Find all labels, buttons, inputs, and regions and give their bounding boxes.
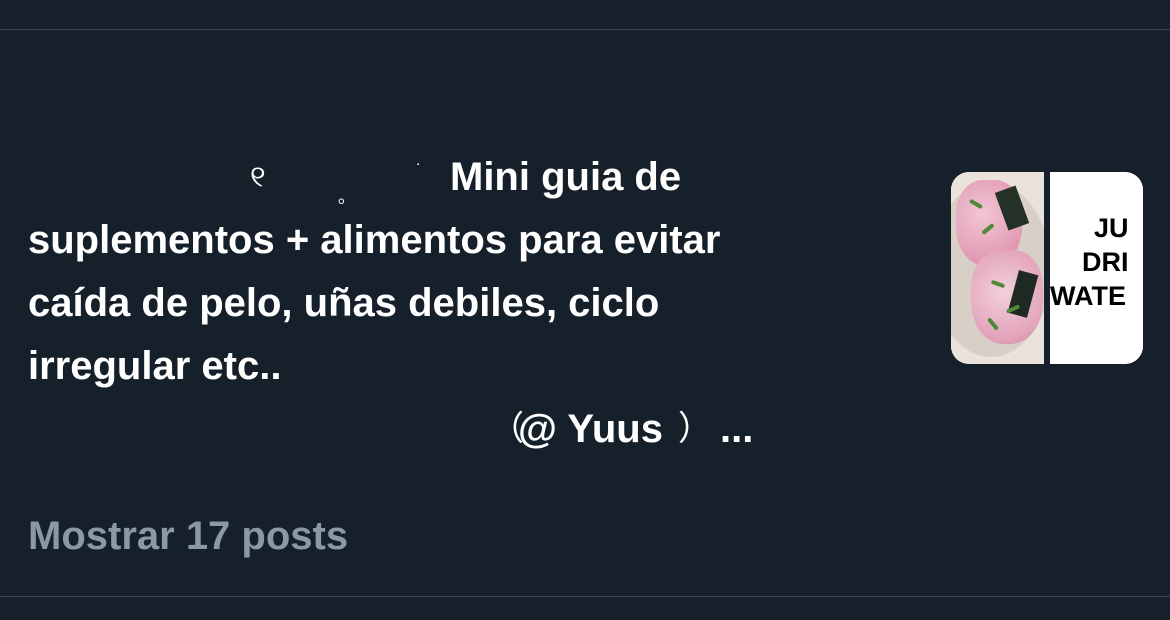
top-divider — [0, 29, 1170, 30]
decorative-glyph: ˙ — [416, 161, 422, 181]
handle-close-paren: ） — [678, 410, 712, 448]
post-line-4: irregular etc.. — [28, 344, 282, 388]
post-line-5: （ @ Yuus ） ... — [28, 398, 888, 461]
text-image-panel: JU DRI WATE — [1050, 172, 1143, 364]
post-line-3: caída de pelo, uñas debiles, ciclo — [28, 281, 660, 325]
media-thumbnail[interactable]: JU DRI WATE — [951, 172, 1143, 364]
decorative-glyph: ｡ — [338, 187, 347, 207]
truncation-ellipsis: ... — [720, 407, 754, 451]
image-word-2: DRI — [1082, 247, 1129, 277]
image-word-3: WATE — [1050, 281, 1126, 311]
onigiri-photo — [951, 172, 1044, 364]
thread-preview: ୧ ｡ ˙ Mini guia de suplementos + aliment… — [0, 0, 1170, 620]
post-line-2: suplementos + alimentos para evitar — [28, 218, 721, 262]
post-line-1: ୧ ｡ ˙ Mini guia de — [28, 146, 888, 209]
post-text[interactable]: ୧ ｡ ˙ Mini guia de suplementos + aliment… — [28, 146, 888, 461]
post-title-text: Mini guia de — [450, 155, 682, 199]
show-more-posts-link[interactable]: Mostrar 17 posts — [28, 508, 348, 564]
bottom-divider — [0, 596, 1170, 597]
mention-handle[interactable]: @ Yuus — [518, 398, 663, 461]
decorative-glyph: ୧ — [250, 161, 266, 194]
image-word-1: JU — [1094, 213, 1129, 243]
